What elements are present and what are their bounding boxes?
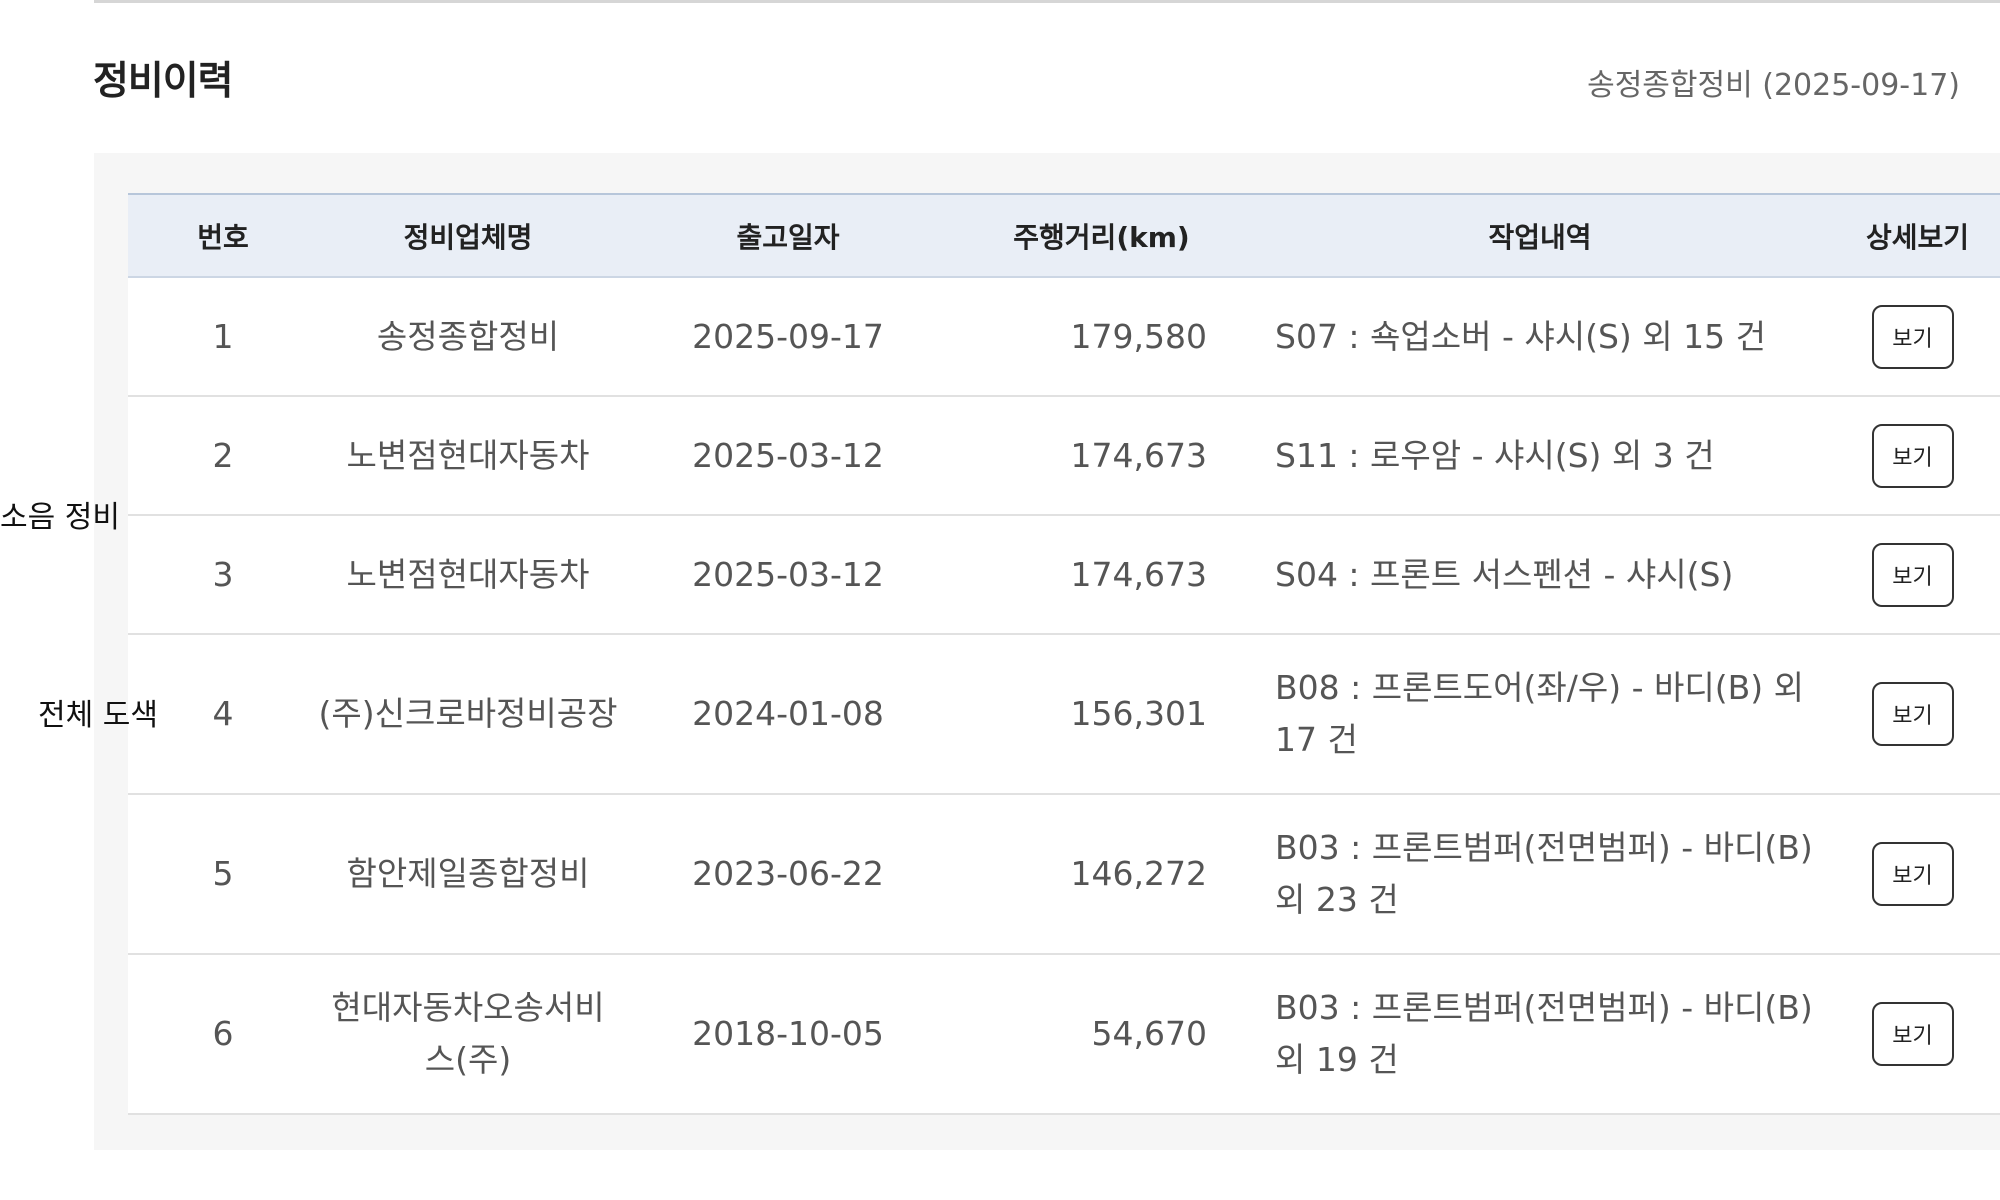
header-date: 출고일자 [618,193,958,278]
row-number: 1 [128,277,318,397]
table-header-row: 번호 정비업체명 출고일자 주행거리(km) 작업내역 상세보기 [128,193,2000,278]
table-row: 3 노변점현대자동차 2025-03-12 174,673 S04 : 프론트 … [128,515,2000,635]
work-details: S07 : 쇽업소버 - 샤시(S) 외 15 건 [1245,277,1835,397]
section-title: 정비이력 [93,59,234,104]
latest-maintenance-summary: 송정종합정비 (2025-09-17) [1587,68,1960,103]
detail-cell: 보기 [1835,634,2000,795]
header-mileage: 주행거리(km) [958,193,1245,278]
work-details: B03 : 프론트범퍼(전면범퍼) - 바디(B) 외 23 건 [1245,794,1835,955]
detail-cell: 보기 [1835,277,2000,397]
view-detail-button[interactable]: 보기 [1871,542,1954,607]
view-detail-button[interactable]: 보기 [1871,842,1954,906]
header-no: 번호 [128,193,318,278]
detail-cell: 보기 [1835,794,2000,955]
shop-name: 노변점현대자동차 [318,396,618,516]
shop-name: 송정종합정비 [318,277,618,397]
header-shop: 정비업체명 [318,193,618,278]
work-details: B03 : 프론트범퍼(전면범퍼) - 바디(B) 외 19 건 [1245,954,1835,1115]
view-detail-button[interactable]: 보기 [1871,423,1954,488]
release-date: 2024-01-08 [618,634,958,795]
view-detail-button[interactable]: 보기 [1871,682,1954,746]
mileage: 174,673 [958,515,1245,635]
header-work: 작업내역 [1245,193,1835,278]
work-details: S04 : 프론트 서스펜션 - 샤시(S) [1245,515,1835,635]
top-divider [94,0,2000,3]
release-date: 2025-03-12 [618,396,958,516]
detail-cell: 보기 [1835,396,2000,516]
table-row: 2 노변점현대자동차 2025-03-12 174,673 S11 : 로우암 … [128,396,2000,516]
release-date: 2023-06-22 [618,794,958,955]
release-date: 2018-10-05 [618,954,958,1115]
release-date: 2025-09-17 [618,277,958,397]
release-date: 2025-03-12 [618,515,958,635]
work-details: S11 : 로우암 - 샤시(S) 외 3 건 [1245,396,1835,516]
row-number: 5 [128,794,318,955]
maintenance-history-table: 번호 정비업체명 출고일자 주행거리(km) 작업내역 상세보기 1 송정종합정… [128,193,2000,1115]
table-row: 5 함안제일종합정비 2023-06-22 146,272 B03 : 프론트범… [128,794,2000,955]
table-row: 1 송정종합정비 2025-09-17 179,580 S07 : 쇽업소버 -… [128,277,2000,397]
shop-name: 노변점현대자동차 [318,515,618,635]
mileage: 174,673 [958,396,1245,516]
mileage: 146,272 [958,794,1245,955]
side-label-full-paint: 전체 도색 [38,698,158,733]
shop-name: 현대자동차오송서비스(주) [318,954,618,1115]
row-number: 3 [128,515,318,635]
table-row: 4 (주)신크로바정비공장 2024-01-08 156,301 B08 : 프… [128,634,2000,795]
detail-cell: 보기 [1835,515,2000,635]
mileage: 156,301 [958,634,1245,795]
row-number: 6 [128,954,318,1115]
shop-name: 함안제일종합정비 [318,794,618,955]
view-detail-button[interactable]: 보기 [1871,304,1954,369]
detail-cell: 보기 [1835,954,2000,1115]
table-row: 6 현대자동차오송서비스(주) 2018-10-05 54,670 B03 : … [128,954,2000,1115]
shop-name: (주)신크로바정비공장 [318,634,618,795]
header-detail: 상세보기 [1835,193,2000,278]
side-label-noise-repair: 소음 정비 [0,500,120,535]
work-details: B08 : 프론트도어(좌/우) - 바디(B) 외 17 건 [1245,634,1835,795]
mileage: 54,670 [958,954,1245,1115]
view-detail-button[interactable]: 보기 [1871,1002,1954,1066]
mileage: 179,580 [958,277,1245,397]
row-number: 2 [128,396,318,516]
